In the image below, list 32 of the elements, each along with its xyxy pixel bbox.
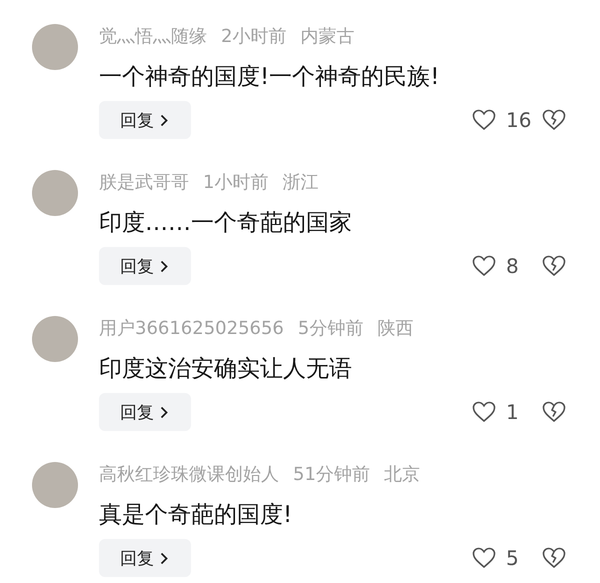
reply-button[interactable]: 回复 [99, 101, 191, 139]
broken-heart-icon[interactable] [542, 401, 566, 423]
reply-button[interactable]: 回复 [99, 247, 191, 285]
like-count: 1 [506, 400, 519, 424]
heart-icon[interactable] [472, 547, 496, 569]
timestamp: 2小时前 [221, 25, 286, 48]
heart-icon[interactable] [472, 255, 496, 277]
timestamp: 51分钟前 [293, 463, 370, 486]
broken-heart-icon[interactable] [542, 255, 566, 277]
chevron-icon [160, 260, 168, 272]
heart-icon[interactable] [472, 401, 496, 423]
chevron-icon [160, 406, 168, 418]
like-count: 16 [506, 108, 532, 132]
chevron-icon [160, 114, 168, 126]
like-count: 8 [506, 254, 519, 278]
broken-heart-icon[interactable] [542, 547, 566, 569]
comment-text: 一个神奇的国度!一个神奇的民族! [99, 63, 440, 92]
like-count: 5 [506, 546, 519, 570]
comment-text: 印度这治安确实让人无语 [99, 355, 353, 384]
location: 浙江 [282, 171, 318, 194]
heart-icon[interactable] [472, 109, 496, 131]
chevron-icon [160, 552, 168, 564]
timestamp: 1小时前 [203, 171, 268, 194]
comment-text: 印度……一个奇葩的国家 [99, 209, 353, 238]
location: 内蒙古 [300, 25, 354, 48]
reply-button[interactable]: 回复 [99, 539, 191, 577]
reply-button[interactable]: 回复 [99, 393, 191, 431]
timestamp: 5分钟前 [298, 317, 364, 340]
location: 北京 [384, 463, 420, 486]
broken-heart-icon[interactable] [542, 109, 566, 131]
comment-text: 真是个奇葩的国度! [99, 501, 294, 530]
location: 陕西 [377, 317, 414, 340]
